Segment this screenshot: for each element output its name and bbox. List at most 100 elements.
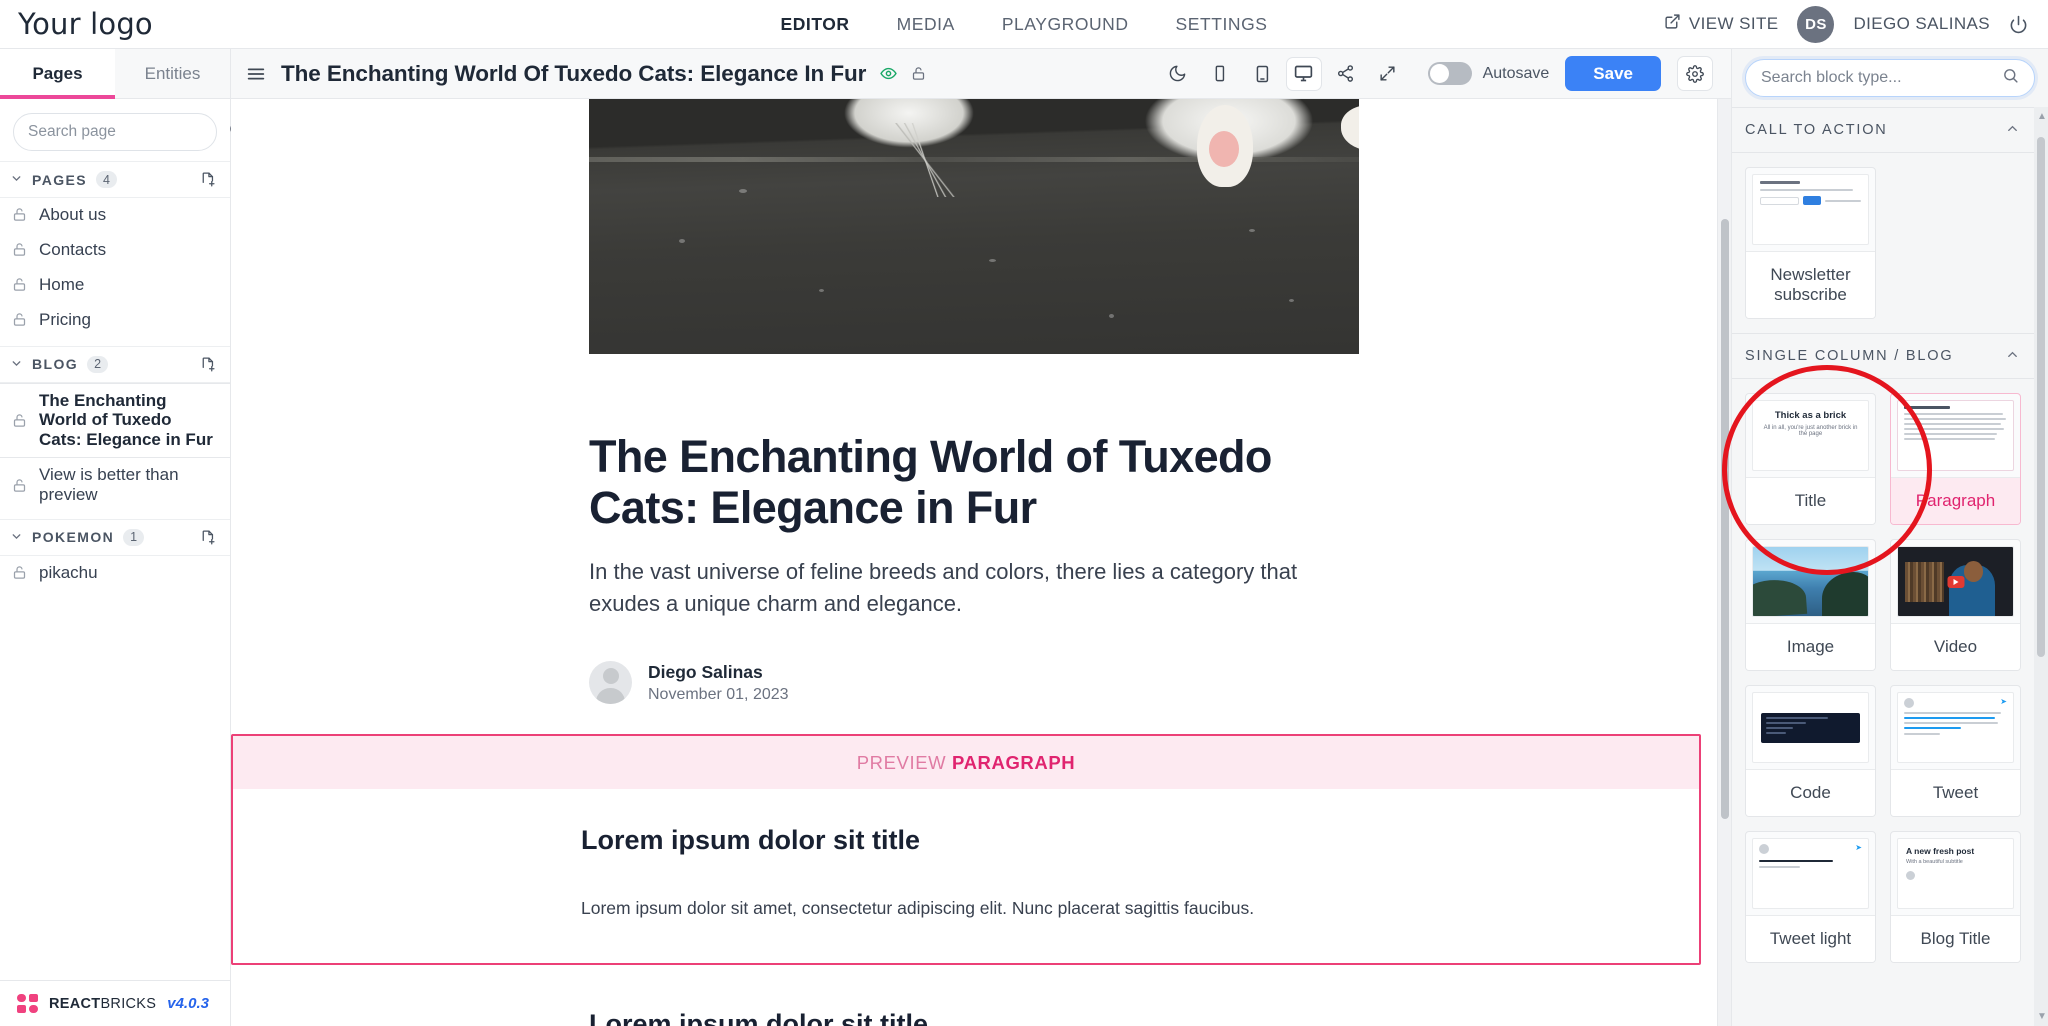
next-block-preview: Lorem ipsum dolor sit title [589, 1009, 1359, 1026]
block-card-newsletter-subscribe[interactable]: Newsletter subscribe [1745, 167, 1876, 320]
document-toolbar: The Enchanting World Of Tuxedo Cats: Ele… [231, 49, 1731, 99]
tweet-thumb-icon: ➤ [1897, 692, 2014, 764]
lock-icon [12, 312, 28, 327]
nav-item-settings[interactable]: SETTINGS [1176, 14, 1268, 35]
app-logo[interactable]: Your logo [18, 7, 153, 41]
block-thumb [1746, 168, 1875, 251]
scroll-up-arrow-icon[interactable]: ▲ [2037, 111, 2047, 122]
block-card-label: Blog Title [1891, 915, 2020, 963]
desktop-icon[interactable] [1285, 56, 1322, 91]
block-search-box[interactable] [1745, 59, 2035, 97]
power-icon[interactable] [2009, 15, 2028, 34]
paragraph-preview-block[interactable]: PREVIEW PARAGRAPH Lorem ipsum dolor sit … [231, 734, 1701, 966]
autosave-toggle[interactable] [1427, 62, 1472, 85]
page-title[interactable]: The Enchanting World Of Tuxedo Cats: Ele… [281, 61, 866, 87]
block-thumb: ➤ [1891, 686, 2020, 769]
preview-paragraph-text: Lorem ipsum dolor sit amet, consectetur … [581, 898, 1255, 919]
chevron-up-icon[interactable] [2005, 347, 2020, 365]
mobile-icon[interactable] [1202, 57, 1238, 91]
search-page-box[interactable] [13, 113, 244, 151]
page-canvas[interactable]: The Enchanting World of Tuxedo Cats: Ele… [231, 99, 1717, 1026]
page-item-contacts[interactable]: Contacts [0, 233, 230, 268]
video-thumb-icon [1897, 546, 2014, 618]
block-card-image[interactable]: Image [1745, 539, 1876, 672]
editor-center: The Enchanting World Of Tuxedo Cats: Ele… [231, 49, 1731, 1026]
block-card-title[interactable]: Thick as a brick All in all, you're just… [1745, 393, 1876, 526]
section-header-single-column-blog[interactable]: SINGLE COLUMN / BLOG [1732, 333, 2034, 380]
article-subtitle[interactable]: In the vast universe of feline breeds an… [589, 556, 1359, 620]
page-item-tuxedo-cats[interactable]: The Enchanting World of Tuxedo Cats: Ele… [0, 382, 230, 459]
title-thumb-sub: All in all, you're just another brick in… [1763, 425, 1858, 438]
view-site-button[interactable]: VIEW SITE [1664, 13, 1779, 35]
tab-entities[interactable]: Entities [115, 49, 230, 98]
block-card-tweet[interactable]: ➤ Tweet [1890, 685, 2021, 818]
block-card-label: Paragraph [1891, 477, 2020, 525]
block-card-tweet-light[interactable]: ➤ Tweet light [1745, 831, 1876, 964]
tab-pages[interactable]: Pages [0, 49, 115, 99]
preview-block-type: PARAGRAPH [952, 752, 1076, 774]
page-item-label: View is better than preview [39, 465, 179, 504]
page-item-view-better[interactable]: View is better than preview [0, 458, 230, 513]
block-card-video[interactable]: Video [1890, 539, 2021, 672]
block-card-paragraph[interactable]: Paragraph [1890, 393, 2021, 526]
page-item-home[interactable]: Home [0, 268, 230, 303]
canvas-scrollbar[interactable] [1717, 99, 1731, 1026]
block-panel-scrollbar[interactable]: ▲ ▼ [2034, 107, 2048, 1026]
author-avatar [589, 661, 632, 705]
search-page-input[interactable] [28, 123, 228, 141]
block-card-label: Newsletter subscribe [1746, 251, 1875, 319]
expand-icon[interactable] [1370, 57, 1406, 91]
speck [679, 239, 685, 243]
block-card-label: Code [1746, 769, 1875, 817]
avatar[interactable]: DS [1797, 5, 1835, 43]
tablet-icon[interactable] [1244, 57, 1280, 91]
block-panel-scrollbar-thumb[interactable] [2037, 137, 2045, 657]
speck [1289, 299, 1294, 302]
blog-thumb-sub: With a beautiful subtitle [1906, 859, 1963, 866]
eye-icon[interactable] [880, 65, 898, 82]
article-author: Diego Salinas November 01, 2023 [589, 661, 1359, 705]
group-header-blog[interactable]: BLOG 2 [0, 345, 230, 383]
block-search-wrap [1732, 49, 2048, 107]
page-tree: PAGES 4 About us Contacts Home Pricing B… [0, 161, 230, 980]
article-title[interactable]: The Enchanting World of Tuxedo Cats: Ele… [589, 431, 1359, 534]
block-card-code[interactable]: Code [1745, 685, 1876, 818]
block-card-label: Title [1746, 477, 1875, 525]
next-block-title: Lorem ipsum dolor sit title [589, 1009, 929, 1026]
nav-item-media[interactable]: MEDIA [897, 14, 955, 35]
page-item-pikachu[interactable]: pikachu [0, 556, 230, 591]
page-item-label: About us [39, 205, 107, 224]
hamburger-icon[interactable] [245, 63, 267, 85]
group-header-pokemon[interactable]: POKEMON 1 [0, 518, 230, 556]
moon-icon[interactable] [1160, 57, 1196, 91]
share-icon[interactable] [1328, 57, 1364, 91]
nav-item-editor[interactable]: EDITOR [781, 14, 850, 35]
add-page-icon[interactable] [199, 171, 216, 188]
page-item-label: Home [39, 274, 85, 294]
preview-body: Lorem ipsum dolor sit title Lorem ipsum … [233, 789, 1699, 964]
search-block-input[interactable] [1761, 69, 2002, 87]
image-thumb-icon [1752, 546, 1869, 618]
reactbricks-logo-icon [17, 994, 38, 1013]
add-pokemon-icon[interactable] [199, 529, 216, 546]
scroll-down-arrow-icon[interactable]: ▼ [2037, 1011, 2047, 1022]
block-card-blog-title[interactable]: A new fresh post With a beautiful subtit… [1890, 831, 2021, 964]
nav-item-playground[interactable]: PLAYGROUND [1002, 14, 1129, 35]
chevron-up-icon[interactable] [2005, 121, 2020, 139]
hero-cat-image[interactable] [589, 99, 1359, 354]
lock-icon[interactable] [911, 66, 926, 81]
add-blog-icon[interactable] [199, 356, 216, 373]
group-count-pokemon: 1 [123, 528, 145, 546]
section-header-call-to-action[interactable]: CALL TO ACTION [1732, 107, 2034, 153]
save-button[interactable]: Save [1565, 56, 1661, 91]
group-count-pages: 4 [95, 171, 117, 188]
gear-icon[interactable] [1677, 56, 1713, 91]
block-thumb: A new fresh post With a beautiful subtit… [1891, 832, 2020, 915]
group-header-pages[interactable]: PAGES 4 [0, 161, 230, 198]
canvas-scrollbar-thumb[interactable] [1721, 219, 1729, 819]
brand-name: REACTBRICKS [49, 996, 156, 1012]
page-item-pricing[interactable]: Pricing [0, 303, 230, 338]
page-item-about-us[interactable]: About us [0, 198, 230, 233]
article-date: November 01, 2023 [648, 685, 789, 703]
user-name[interactable]: DIEGO SALINAS [1853, 14, 1990, 34]
